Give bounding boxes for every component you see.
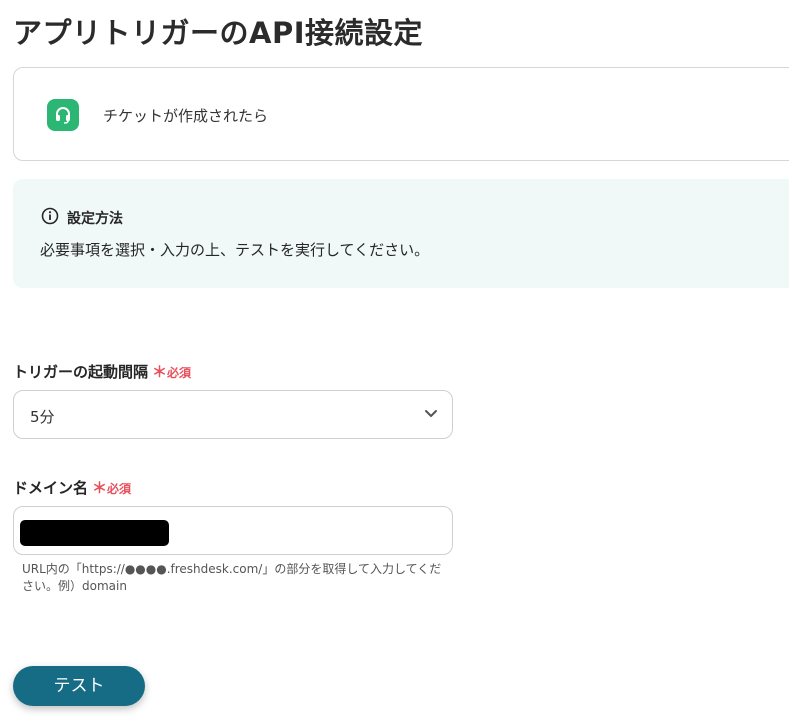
- domain-input[interactable]: [13, 506, 453, 555]
- domain-help-text: URL内の「https://●●●●.freshdesk.com/」の部分を取得…: [22, 562, 442, 593]
- required-badge: ＊必須: [92, 479, 132, 497]
- info-body: 必要事項を選択・入力の上、テストを実行してください。: [40, 241, 430, 259]
- trigger-label: チケットが作成されたら: [103, 107, 269, 125]
- interval-label: トリガーの起動間隔 ＊必須: [13, 361, 191, 382]
- info-icon: [41, 207, 59, 225]
- page-title: アプリトリガーのAPI接続設定: [13, 16, 423, 50]
- required-badge: ＊必須: [152, 363, 192, 381]
- domain-label: ドメイン名 ＊必須: [13, 477, 131, 498]
- trigger-card[interactable]: チケットが作成されたら: [13, 67, 789, 161]
- info-box: 設定方法 必要事項を選択・入力の上、テストを実行してください。: [13, 179, 789, 288]
- domain-label-text: ドメイン名: [13, 479, 89, 497]
- chevron-down-icon: [425, 410, 437, 417]
- interval-select[interactable]: 5分: [13, 390, 453, 439]
- info-title: 設定方法: [67, 211, 123, 227]
- interval-select-value: 5分: [30, 408, 55, 426]
- test-button[interactable]: テスト: [13, 666, 145, 706]
- interval-label-text: トリガーの起動間隔: [13, 363, 149, 381]
- headset-icon: [47, 99, 79, 131]
- redacted-value: [20, 520, 169, 546]
